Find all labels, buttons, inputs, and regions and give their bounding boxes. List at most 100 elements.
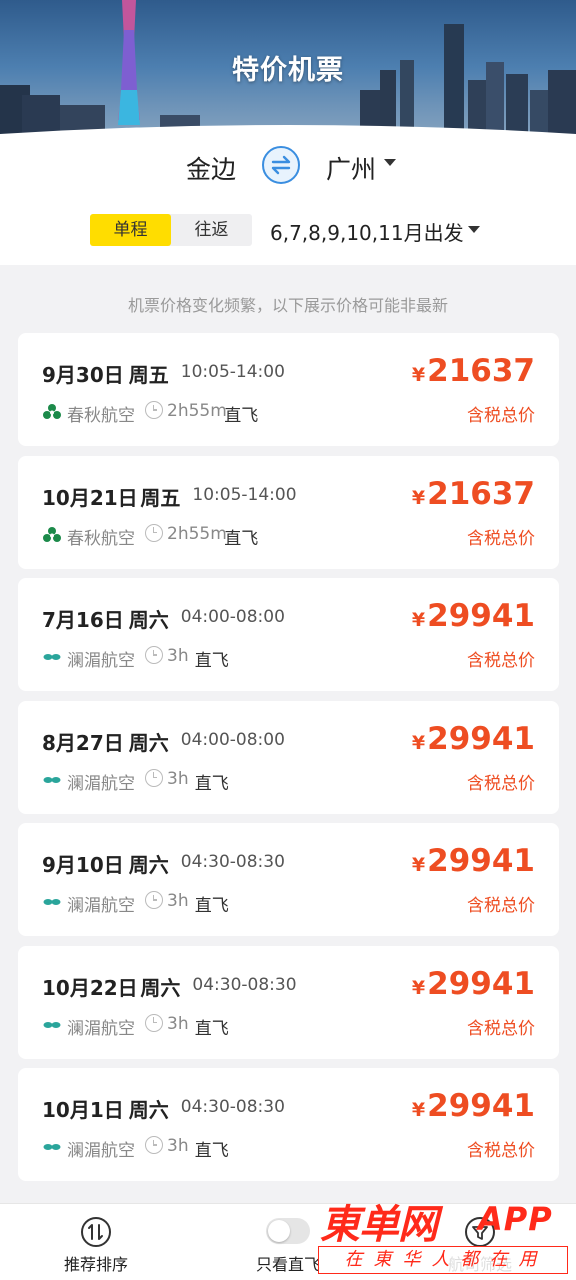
route-panel: 金边 广州 单程 往返 6,7,8,9,10,11月出发 bbox=[0, 140, 576, 265]
flight-card[interactable]: 10月22日 周六 04:30-08:30 澜湄航空 3h 直飞 ¥29941 含税总价 bbox=[18, 945, 559, 1059]
lanmei-airlines-icon bbox=[43, 776, 61, 783]
price-note: 含税总价 bbox=[467, 773, 535, 794]
direct-flight-label: 直飞 bbox=[194, 1141, 229, 1161]
flight-duration: 3h bbox=[167, 891, 189, 911]
flight-duration: 2h55m bbox=[167, 523, 227, 544]
trip-type-toggle: 单程 往返 bbox=[90, 214, 252, 246]
flight-duration: 3h bbox=[167, 1136, 189, 1156]
to-city-dropdown-icon[interactable] bbox=[384, 159, 396, 166]
flight-price: ¥29941 bbox=[412, 721, 535, 757]
direct-only-switch[interactable] bbox=[266, 1218, 310, 1244]
price-note: 含税总价 bbox=[467, 1141, 535, 1161]
depart-months-dropdown-icon[interactable] bbox=[468, 226, 480, 233]
direct-only-label: 只看直飞 bbox=[255, 1255, 320, 1274]
clock-icon bbox=[145, 401, 163, 419]
sort-button[interactable]: 推荐排序 bbox=[55, 1204, 137, 1280]
flight-card[interactable]: 8月27日 周六 04:00-08:00 澜湄航空 3h 直飞 ¥29941 含税总价 bbox=[18, 700, 559, 814]
flight-price: ¥21637 bbox=[412, 476, 535, 512]
price-amount: 29941 bbox=[427, 965, 535, 1002]
clock-icon bbox=[145, 646, 163, 664]
flight-price: ¥29941 bbox=[412, 843, 535, 879]
clock-icon bbox=[145, 1136, 163, 1154]
page-title: 特价机票 bbox=[232, 55, 344, 86]
flight-price: ¥29941 bbox=[412, 598, 535, 634]
price-note: 含税总价 bbox=[467, 528, 535, 549]
airline-name: 春秋航空 bbox=[67, 528, 135, 549]
flight-weekday: 周五 bbox=[128, 363, 169, 387]
flight-date: 9月10日 bbox=[42, 853, 124, 877]
flight-card[interactable]: 10月1日 周六 04:30-08:30 澜湄航空 3h 直飞 ¥29941 含税总价 bbox=[18, 1068, 559, 1181]
from-city[interactable]: 金边 bbox=[186, 150, 236, 186]
direct-flight-label: 直飞 bbox=[194, 896, 229, 916]
flight-card[interactable]: 9月10日 周六 04:30-08:30 澜湄航空 3h 直飞 ¥29941 含税总价 bbox=[18, 823, 559, 936]
flight-time: 04:00-08:00 bbox=[180, 607, 285, 627]
lanmei-airlines-icon bbox=[43, 654, 61, 660]
direct-flight-label: 直飞 bbox=[194, 651, 229, 671]
direct-flight-label: 直飞 bbox=[194, 773, 229, 794]
price-amount: 29941 bbox=[427, 1088, 535, 1124]
currency-symbol: ¥ bbox=[411, 731, 426, 754]
flight-card[interactable]: 10月21日 周五 10:05-14:00 春秋航空 2h55m 直飞 ¥21637 含税总价 bbox=[18, 455, 559, 569]
flight-date: 10月21日 bbox=[42, 485, 138, 510]
flight-duration: 3h bbox=[167, 646, 189, 666]
currency-symbol: ¥ bbox=[411, 1099, 426, 1121]
price-amount: 21637 bbox=[427, 475, 535, 512]
currency-symbol: ¥ bbox=[411, 486, 426, 509]
flight-time: 10:05-14:00 bbox=[192, 484, 297, 505]
currency-symbol: ¥ bbox=[411, 854, 426, 876]
bottom-toolbar: 推荐排序 只看直飞 航司筛选 bbox=[0, 1203, 576, 1280]
flight-time: 04:30-08:30 bbox=[180, 1097, 285, 1117]
switch-knob bbox=[268, 1220, 290, 1242]
flight-date: 10月22日 bbox=[42, 975, 138, 1000]
airline-name: 澜湄航空 bbox=[67, 1018, 135, 1039]
airline-name: 澜湄航空 bbox=[67, 896, 135, 916]
flight-weekday: 周六 bbox=[128, 730, 169, 755]
price-amount: 29941 bbox=[427, 720, 535, 757]
round-trip-tab[interactable]: 往返 bbox=[171, 214, 252, 246]
lanmei-airlines-icon bbox=[43, 899, 61, 905]
to-city[interactable]: 广州 bbox=[326, 150, 376, 186]
flight-card[interactable]: 9月30日 周五 10:05-14:00 春秋航空 2h55m 直飞 ¥21637 含税总价 bbox=[18, 333, 559, 446]
price-amount: 29941 bbox=[427, 598, 535, 634]
airline-filter-label: 航司筛选 bbox=[447, 1255, 512, 1274]
flight-price: ¥29941 bbox=[412, 966, 535, 1002]
flight-weekday: 周六 bbox=[128, 853, 169, 877]
flight-date: 10月1日 bbox=[42, 1098, 124, 1122]
flight-weekday: 周六 bbox=[128, 608, 169, 632]
price-note: 含税总价 bbox=[467, 651, 535, 671]
direct-flight-label: 直飞 bbox=[194, 1018, 229, 1039]
sort-icon bbox=[81, 1217, 111, 1247]
price-notice: 机票价格变化频繁，以下展示价格可能非最新 bbox=[127, 296, 448, 315]
lanmei-airlines-icon bbox=[43, 1144, 61, 1150]
flight-card[interactable]: 7月16日 周六 04:00-08:00 澜湄航空 3h 直飞 ¥29941 含税总价 bbox=[18, 578, 559, 691]
price-amount: 29941 bbox=[427, 843, 535, 879]
flight-duration: 3h bbox=[167, 768, 189, 789]
direct-only-toggle[interactable]: 只看直飞 bbox=[248, 1204, 328, 1280]
sort-label: 推荐排序 bbox=[63, 1255, 128, 1274]
flight-date: 9月30日 bbox=[42, 363, 124, 387]
airline-name: 澜湄航空 bbox=[67, 773, 135, 794]
clock-icon bbox=[145, 1013, 163, 1032]
airline-filter-button[interactable]: 航司筛选 bbox=[440, 1204, 520, 1280]
clock-icon bbox=[145, 523, 163, 542]
flight-weekday: 周六 bbox=[128, 1098, 169, 1122]
price-note: 含税总价 bbox=[467, 1018, 535, 1039]
flight-list: 9月30日 周五 10:05-14:00 春秋航空 2h55m 直飞 ¥21637 含税总价 1… bbox=[18, 333, 559, 1191]
clock-icon bbox=[145, 768, 163, 787]
one-way-tab[interactable]: 单程 bbox=[90, 214, 171, 246]
flight-time: 04:30-08:30 bbox=[180, 852, 285, 872]
price-amount: 21637 bbox=[427, 353, 535, 389]
currency-symbol: ¥ bbox=[411, 364, 426, 386]
flight-duration: 3h bbox=[167, 1013, 189, 1034]
spring-airlines-icon bbox=[43, 526, 61, 542]
flight-date: 8月27日 bbox=[42, 730, 124, 755]
flight-price: ¥21637 bbox=[412, 353, 535, 389]
flight-time: 10:05-14:00 bbox=[180, 362, 285, 382]
direct-flight-label: 直飞 bbox=[224, 528, 259, 549]
swap-cities-button[interactable] bbox=[262, 146, 300, 184]
flight-weekday: 周五 bbox=[140, 485, 181, 510]
flight-time: 04:00-08:00 bbox=[180, 729, 285, 750]
depart-months-selector[interactable]: 6,7,8,9,10,11月出发 bbox=[270, 217, 464, 246]
flight-time: 04:30-08:30 bbox=[192, 974, 297, 995]
price-note: 含税总价 bbox=[467, 406, 535, 426]
